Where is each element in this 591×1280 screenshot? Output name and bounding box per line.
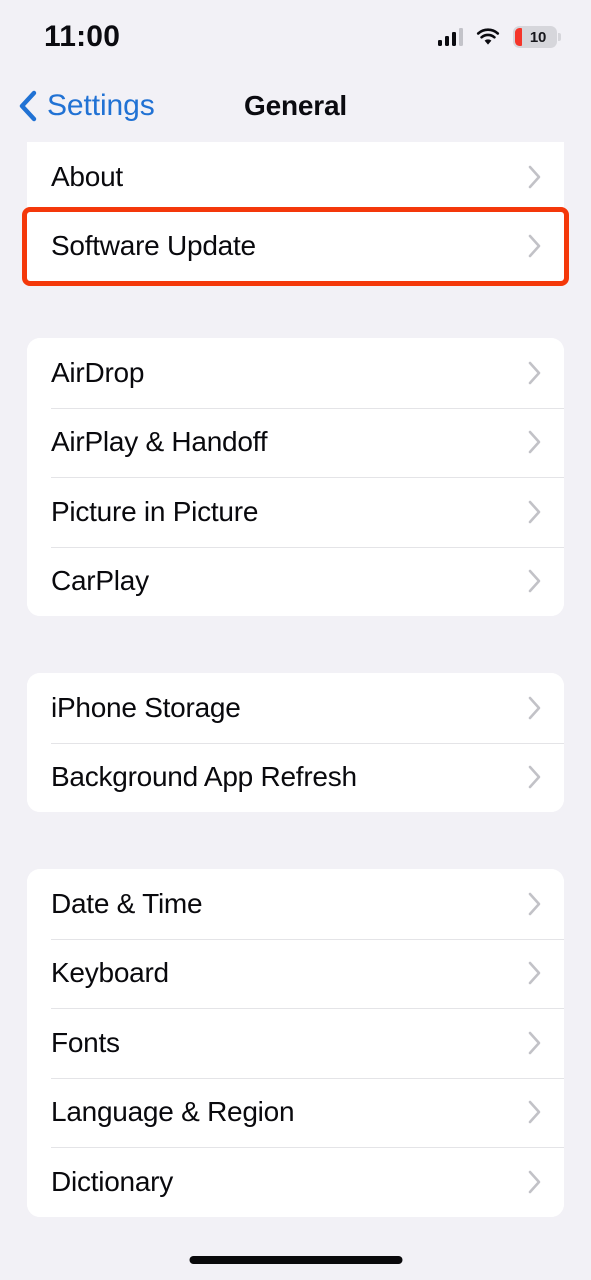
settings-row-label: Language & Region <box>51 1096 295 1128</box>
settings-row-software-update[interactable]: Software Update <box>22 206 569 286</box>
settings-row-picture-in-picture[interactable]: Picture in Picture <box>27 477 564 547</box>
chevron-right-icon <box>527 891 546 917</box>
settings-row-keyboard[interactable]: Keyboard <box>27 938 564 1008</box>
settings-row-label: CarPlay <box>51 565 149 597</box>
settings-row-label: AirPlay & Handoff <box>51 426 268 458</box>
settings-list: About Software Update AirDrop AirPlay & Han… <box>0 142 591 1217</box>
chevron-right-icon <box>527 960 546 986</box>
group-system: About Software Update <box>22 142 569 286</box>
settings-row-dictionary[interactable]: Dictionary <box>27 1147 564 1217</box>
chevron-right-icon <box>527 164 546 190</box>
settings-row-label: Software Update <box>51 230 256 262</box>
cellular-bars-icon <box>437 28 463 46</box>
chevron-right-icon <box>527 429 546 455</box>
iphone-settings-general-screen: 11:00 10 Settings General About Software… <box>0 0 591 1280</box>
navigation-bar: Settings General <box>0 70 591 142</box>
battery-level-text: 10 <box>529 28 547 46</box>
settings-row-date-time[interactable]: Date & Time <box>27 869 564 939</box>
settings-row-airplay-handoff[interactable]: AirPlay & Handoff <box>27 407 564 477</box>
settings-row-label: Keyboard <box>51 957 169 989</box>
settings-row-iphone-storage[interactable]: iPhone Storage <box>27 673 564 743</box>
chevron-left-icon <box>18 90 38 122</box>
settings-row-language-region[interactable]: Language & Region <box>27 1077 564 1147</box>
settings-row-carplay[interactable]: CarPlay <box>27 546 564 616</box>
chevron-right-icon <box>527 233 546 259</box>
settings-row-airdrop[interactable]: AirDrop <box>27 338 564 408</box>
group-connectivity: AirDrop AirPlay & Handoff Picture in Pictu… <box>27 338 564 616</box>
back-button[interactable]: Settings <box>12 70 161 142</box>
status-bar-clock: 11:00 <box>44 20 121 53</box>
chevron-right-icon <box>527 1099 546 1125</box>
settings-row-about[interactable]: About <box>27 142 564 212</box>
chevron-right-icon <box>527 568 546 594</box>
settings-row-fonts[interactable]: Fonts <box>27 1008 564 1078</box>
wifi-icon <box>476 28 500 46</box>
group-localization: Date & Time Keyboard Fonts Language & Regio… <box>27 869 564 1217</box>
chevron-right-icon <box>527 695 546 721</box>
group-storage: iPhone Storage Background App Refresh <box>27 673 564 812</box>
settings-row-background-app-refresh[interactable]: Background App Refresh <box>27 742 564 812</box>
chevron-right-icon <box>527 499 546 525</box>
settings-row-label: Date & Time <box>51 887 203 919</box>
chevron-right-icon <box>527 1030 546 1056</box>
settings-row-label: About <box>51 160 123 192</box>
battery-fill <box>515 28 522 46</box>
chevron-right-icon <box>527 1169 546 1195</box>
settings-row-label: AirDrop <box>51 356 145 388</box>
settings-row-label: Background App Refresh <box>51 761 357 793</box>
status-bar: 11:00 10 <box>0 0 591 70</box>
battery-icon: 10 <box>513 26 561 48</box>
settings-row-label: Fonts <box>51 1026 120 1058</box>
chevron-right-icon <box>527 764 546 790</box>
back-button-label: Settings <box>47 89 155 122</box>
home-indicator[interactable] <box>189 1256 402 1264</box>
battery-nub <box>558 33 561 41</box>
chevron-right-icon <box>527 360 546 386</box>
settings-row-label: iPhone Storage <box>51 691 241 723</box>
status-bar-icons: 10 <box>437 22 561 48</box>
settings-row-label: Dictionary <box>51 1165 173 1197</box>
settings-row-label: Picture in Picture <box>51 495 259 527</box>
